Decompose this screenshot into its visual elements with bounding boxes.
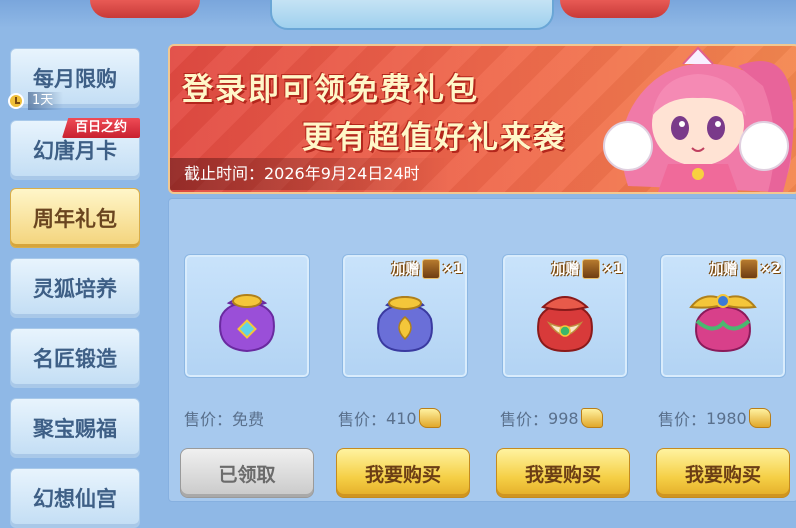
buy-button-998[interactable]: 我要购买 bbox=[496, 448, 630, 498]
mascot-girl-icon bbox=[603, 46, 794, 192]
bonus-tag: 加赠 ×1 bbox=[552, 259, 623, 279]
gift-card-free[interactable] bbox=[184, 254, 310, 378]
timer-badge: 1天 bbox=[8, 92, 64, 110]
price-value: 1980 bbox=[706, 408, 747, 428]
buy-button-410[interactable]: 我要购买 bbox=[336, 448, 470, 498]
price-label: 售价： bbox=[338, 410, 387, 429]
sidebar-item-fantasy-palace[interactable]: 幻想仙宫 bbox=[10, 468, 140, 528]
sidebar-item-label: 周年礼包 bbox=[33, 207, 117, 231]
gift-bag-purple-icon bbox=[219, 294, 275, 353]
price-value: 免费 bbox=[232, 410, 265, 429]
price-label: 售价： bbox=[500, 410, 549, 429]
sidebar-item-master-forge[interactable]: 名匠锻造 bbox=[10, 328, 140, 388]
bonus-count: ×2 bbox=[759, 261, 781, 277]
price-free: 售价： 免费 bbox=[184, 406, 264, 430]
sidebar-item-label: 名匠锻造 bbox=[33, 347, 117, 371]
gift-card-410[interactable]: 加赠 ×1 bbox=[342, 254, 468, 378]
sidebar-item-treasure-blessing[interactable]: 聚宝赐福 bbox=[10, 398, 140, 458]
price-value: 998 bbox=[548, 408, 579, 428]
timer-text: 1天 bbox=[28, 92, 64, 110]
bonus-label: 加赠 bbox=[709, 262, 738, 278]
top-ribbon-right bbox=[560, 0, 670, 18]
price-label: 售价： bbox=[184, 410, 233, 429]
bonus-scroll-icon bbox=[581, 259, 600, 279]
bonus-count: ×1 bbox=[441, 261, 463, 277]
sidebar-item-label: 幻唐月卡 bbox=[33, 139, 117, 163]
price-1980: 售价： 1980 bbox=[658, 406, 771, 430]
bonus-count: ×1 bbox=[601, 261, 623, 277]
banner-headline: 登录即可领免费礼包 bbox=[182, 72, 479, 108]
gift-bag-ornate-icon bbox=[689, 294, 757, 353]
hundred-days-ribbon: 百日之约 bbox=[62, 118, 140, 138]
banner-deadline: 截止时间：2026年9月24日24时 bbox=[170, 158, 450, 190]
top-decoration bbox=[0, 0, 796, 30]
title-scroll bbox=[270, 0, 554, 30]
gift-card-998[interactable]: 加赠 ×1 bbox=[502, 254, 628, 378]
ingot-icon bbox=[580, 408, 603, 428]
clock-icon bbox=[8, 93, 24, 109]
promo-banner: 登录即可领免费礼包 更有超值好礼来袭 截止时间：2026年9月24日24时 bbox=[168, 44, 796, 194]
buy-button-1980[interactable]: 我要购买 bbox=[656, 448, 790, 498]
price-410: 售价： 410 bbox=[338, 406, 441, 430]
ingot-icon bbox=[418, 408, 441, 428]
gift-bag-red-icon bbox=[537, 296, 593, 353]
bonus-label: 加赠 bbox=[551, 262, 580, 278]
banner-subheadline: 更有超值好礼来袭 bbox=[302, 120, 566, 156]
gift-bag-blue-icon bbox=[377, 296, 433, 353]
bonus-tag: 加赠 ×2 bbox=[710, 259, 781, 279]
sidebar-item-spirit-fox[interactable]: 灵狐培养 bbox=[10, 258, 140, 318]
top-ribbon-left bbox=[90, 0, 200, 18]
price-value: 410 bbox=[386, 408, 417, 428]
price-998: 售价： 998 bbox=[500, 406, 603, 430]
bonus-tag: 加赠 ×1 bbox=[392, 259, 463, 279]
gift-card-1980[interactable]: 加赠 ×2 bbox=[660, 254, 786, 378]
bonus-scroll-icon bbox=[739, 259, 758, 279]
sidebar-item-label: 每月限购 bbox=[33, 67, 117, 91]
sidebar-item-label: 聚宝赐福 bbox=[33, 417, 117, 441]
bonus-scroll-icon bbox=[421, 259, 440, 279]
sidebar-item-label: 灵狐培养 bbox=[33, 277, 117, 301]
claimed-button[interactable]: 已领取 bbox=[180, 448, 314, 498]
sidebar-item-anniversary-pack[interactable]: 周年礼包 bbox=[10, 188, 140, 248]
price-label: 售价： bbox=[658, 410, 707, 429]
ingot-icon bbox=[748, 408, 771, 428]
sidebar-item-label: 幻想仙宫 bbox=[33, 487, 117, 511]
bonus-label: 加赠 bbox=[391, 262, 420, 278]
